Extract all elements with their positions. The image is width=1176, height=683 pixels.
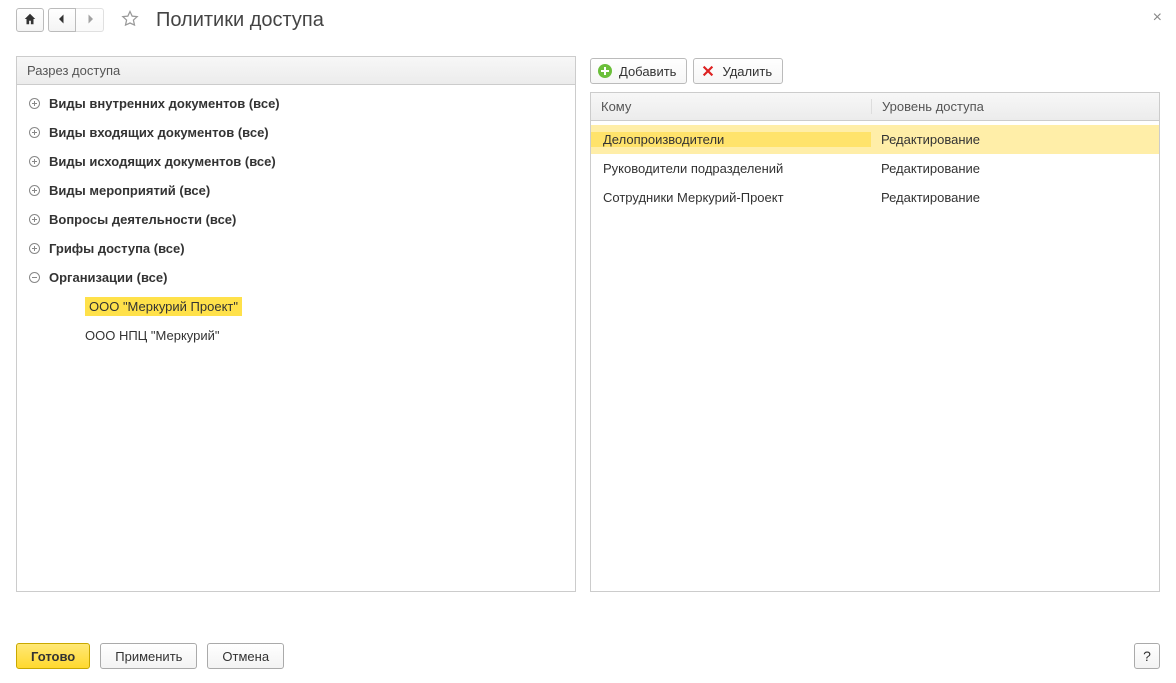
cell-who: Сотрудники Меркурий-Проект xyxy=(591,190,871,205)
content-area: Разрез доступа Виды внутренних документо… xyxy=(0,36,1176,592)
tree-group-label: Организации (все) xyxy=(49,270,167,285)
plus-icon[interactable] xyxy=(27,97,41,111)
tree-item-label: ООО "Меркурий Проект" xyxy=(85,297,242,316)
tree-group[interactable]: Организации (все) xyxy=(17,263,575,292)
plus-icon[interactable] xyxy=(27,242,41,256)
cell-who: Делопроизводители xyxy=(591,132,871,147)
add-button-label: Добавить xyxy=(619,64,676,79)
permissions-table[interactable]: ДелопроизводителиРедактированиеРуководит… xyxy=(591,121,1159,591)
spacer xyxy=(63,300,77,314)
footer-buttons: Готово Применить Отмена xyxy=(0,633,1176,683)
x-red-icon xyxy=(700,63,716,79)
table-row[interactable]: Руководители подразделенийРедактирование xyxy=(591,154,1159,183)
tree-group[interactable]: Грифы доступа (все) xyxy=(17,234,575,263)
tree-item[interactable]: ООО НПЦ "Меркурий" xyxy=(17,321,575,350)
tree-item-label: ООО НПЦ "Меркурий" xyxy=(85,328,220,343)
plus-icon[interactable] xyxy=(27,155,41,169)
plus-circle-icon xyxy=(597,63,613,79)
access-slice-tree[interactable]: Виды внутренних документов (все) Виды вхо… xyxy=(17,85,575,591)
tree-group-label: Вопросы деятельности (все) xyxy=(49,212,236,227)
tree-group[interactable]: Виды внутренних документов (все) xyxy=(17,89,575,118)
tree-group[interactable]: Вопросы деятельности (все) xyxy=(17,205,575,234)
right-toolbar: Добавить Удалить xyxy=(590,56,1160,86)
column-who: Кому xyxy=(591,99,871,114)
arrow-right-icon xyxy=(84,13,96,28)
apply-button[interactable]: Применить xyxy=(100,643,197,669)
access-slice-panel: Разрез доступа Виды внутренних документо… xyxy=(16,56,576,592)
tree-group-label: Виды входящих документов (все) xyxy=(49,125,269,140)
add-button[interactable]: Добавить xyxy=(590,58,687,84)
tree-group[interactable]: Виды мероприятий (все) xyxy=(17,176,575,205)
table-row[interactable]: ДелопроизводителиРедактирование xyxy=(591,125,1159,154)
home-icon xyxy=(23,12,37,29)
permissions-panel: Кому Уровень доступа ДелопроизводителиРе… xyxy=(590,92,1160,592)
close-button[interactable]: × xyxy=(1153,10,1162,26)
back-button[interactable] xyxy=(48,8,76,32)
delete-button-label: Удалить xyxy=(722,64,772,79)
plus-icon[interactable] xyxy=(27,213,41,227)
spacer xyxy=(63,329,77,343)
tree-group-label: Виды внутренних документов (все) xyxy=(49,96,280,111)
table-row[interactable]: Сотрудники Меркурий-ПроектРедактирование xyxy=(591,183,1159,212)
forward-button xyxy=(76,8,104,32)
left-column-header: Разрез доступа xyxy=(17,57,575,85)
right-column-headers: Кому Уровень доступа xyxy=(591,93,1159,121)
cell-level: Редактирование xyxy=(871,161,1159,176)
column-level: Уровень доступа xyxy=(871,99,1159,114)
home-button[interactable] xyxy=(16,8,44,32)
plus-icon[interactable] xyxy=(27,126,41,140)
tree-group-label: Грифы доступа (все) xyxy=(49,241,185,256)
plus-icon[interactable] xyxy=(27,184,41,198)
star-icon xyxy=(120,9,140,32)
minus-icon[interactable] xyxy=(27,271,41,285)
left-header-label: Разрез доступа xyxy=(17,63,575,78)
tree-group-label: Виды мероприятий (все) xyxy=(49,183,210,198)
titlebar: Политики доступа xyxy=(0,0,1176,36)
tree-item[interactable]: ООО "Меркурий Проект" xyxy=(17,292,575,321)
nav-group xyxy=(16,8,104,32)
cell-who: Руководители подразделений xyxy=(591,161,871,176)
tree-group[interactable]: Виды исходящих документов (все) xyxy=(17,147,575,176)
page-title: Политики доступа xyxy=(156,9,324,32)
delete-button[interactable]: Удалить xyxy=(693,58,783,84)
tree-group[interactable]: Виды входящих документов (все) xyxy=(17,118,575,147)
cancel-button[interactable]: Отмена xyxy=(207,643,284,669)
tree-group-label: Виды исходящих документов (все) xyxy=(49,154,276,169)
cell-level: Редактирование xyxy=(871,190,1159,205)
help-button[interactable]: ? xyxy=(1134,643,1160,669)
cell-level: Редактирование xyxy=(871,132,1159,147)
favorite-button[interactable] xyxy=(118,8,142,32)
arrow-left-icon xyxy=(56,13,68,28)
done-button[interactable]: Готово xyxy=(16,643,90,669)
